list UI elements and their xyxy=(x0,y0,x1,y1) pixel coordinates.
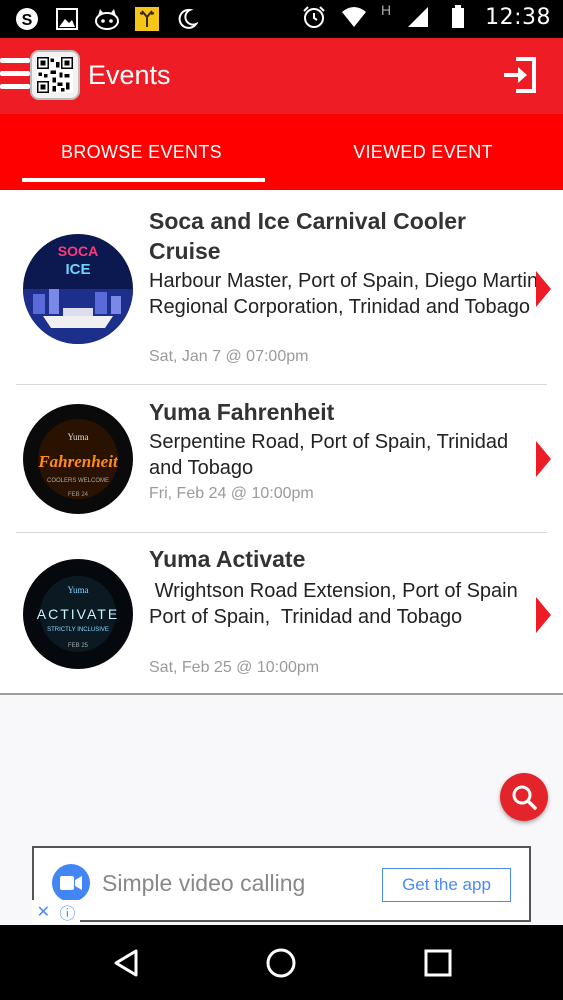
chevron-right-icon xyxy=(536,441,551,477)
info-icon[interactable]: ⓘ xyxy=(59,900,75,924)
get-app-button[interactable]: Get the app xyxy=(382,868,511,902)
deer-app-icon xyxy=(134,6,160,32)
chevron-right-icon xyxy=(536,597,551,633)
svg-text:Fahrenheit: Fahrenheit xyxy=(37,452,119,471)
ad-text: Simple video calling xyxy=(102,870,306,896)
event-title: Soca and Ice Carnival Cooler Cruise xyxy=(149,208,467,264)
hamburger-icon[interactable] xyxy=(0,56,30,92)
signal-icon xyxy=(405,4,431,30)
skype-icon: S xyxy=(14,6,40,32)
image-icon xyxy=(54,6,80,32)
svg-text:SOCA: SOCA xyxy=(58,243,98,259)
network-type-badge: H xyxy=(380,2,392,18)
event-venue: Harbour Master, Port of Spain, Diego Mar… xyxy=(149,270,539,318)
cat-icon xyxy=(94,6,120,32)
svg-text:ICE: ICE xyxy=(65,261,90,278)
event-date: Sat, Feb 25 @ 10:00pm xyxy=(149,659,320,676)
ad-banner[interactable]: Simple video calling Get the app xyxy=(32,846,531,922)
qr-code-logo xyxy=(30,50,80,100)
app-bar xyxy=(0,38,563,114)
battery-icon xyxy=(445,4,471,30)
event-title: Yuma Fahrenheit xyxy=(149,399,335,425)
svg-text:S: S xyxy=(22,12,33,29)
system-nav-bar xyxy=(0,925,563,1000)
status-bar: S H 12:38 xyxy=(0,0,563,38)
svg-text:Yuma: Yuma xyxy=(68,585,89,595)
tab-selected-indicator xyxy=(22,178,265,182)
event-venue: Serpentine Road, Port of Spain, Trinidad… xyxy=(149,431,509,479)
svg-text:STRICTLY INCLUSIVE: STRICTLY INCLUSIVE xyxy=(47,627,109,633)
page-title: Events xyxy=(88,60,171,90)
svg-text:FEB 25: FEB 25 xyxy=(68,643,89,649)
moon-icon xyxy=(174,6,200,32)
event-item[interactable]: Yuma ACTIVATE STRICTLY INCLUSIVE FEB 25 … xyxy=(0,533,563,693)
event-date: Fri, Feb 24 @ 10:00pm xyxy=(149,485,314,502)
recents-icon[interactable] xyxy=(418,943,458,983)
duo-video-icon xyxy=(52,864,90,902)
back-icon[interactable] xyxy=(106,943,146,983)
event-date: Sat, Jan 7 @ 07:00pm xyxy=(149,348,309,365)
svg-text:Yuma: Yuma xyxy=(68,432,89,442)
event-thumbnail: SOCA ICE xyxy=(23,234,133,344)
search-fab-button[interactable] xyxy=(500,773,548,821)
search-icon xyxy=(512,785,537,810)
event-title: Yuma Activate xyxy=(149,546,306,572)
close-icon[interactable]: ✕ xyxy=(37,902,50,922)
svg-text:COOLERS WELCOME: COOLERS WELCOME xyxy=(47,478,109,484)
event-thumbnail: Yuma Fahrenheit COOLERS WELCOME FEB 24 xyxy=(23,404,133,514)
svg-text:ACTIVATE: ACTIVATE xyxy=(37,606,119,622)
chevron-right-icon xyxy=(536,271,551,307)
home-icon[interactable] xyxy=(261,943,301,983)
login-icon[interactable] xyxy=(500,55,540,95)
event-item[interactable]: SOCA ICE Soca and Ice Carnival Cooler Cr… xyxy=(0,191,563,385)
status-clock: 12:38 xyxy=(485,4,551,30)
event-venue: Wrightson Road Extension, Port of Spain … xyxy=(149,580,524,628)
event-thumbnail: Yuma ACTIVATE STRICTLY INCLUSIVE FEB 25 xyxy=(23,559,133,669)
alarm-icon xyxy=(301,4,327,30)
svg-text:FEB 24: FEB 24 xyxy=(68,492,89,498)
ad-choices-badge[interactable]: ✕ ⓘ xyxy=(32,900,80,924)
tab-viewed-event[interactable]: VIEWED EVENT xyxy=(283,114,563,190)
event-item[interactable]: Yuma Fahrenheit COOLERS WELCOME FEB 24 Y… xyxy=(0,385,563,532)
wifi-icon xyxy=(341,4,367,30)
